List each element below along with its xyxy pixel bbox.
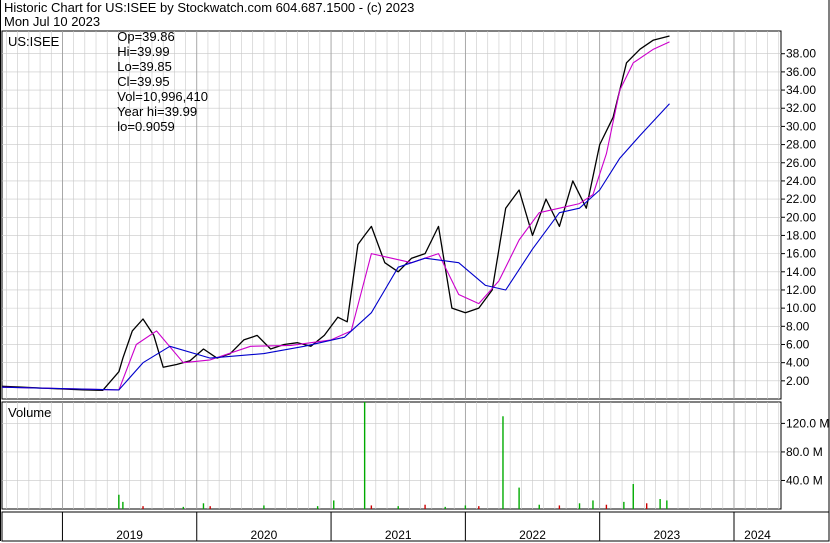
price-tick-label: 26.00 [786,156,816,170]
volume-label: Volume [8,405,52,420]
chart-date: Mon Jul 10 2023 [4,14,101,29]
price-tick-label: 18.00 [786,228,816,242]
year-tick-label: 2022 [519,528,546,542]
price-tick-label: 14.00 [786,265,816,279]
price-tick-label: 16.00 [786,247,816,261]
year-tick-label: 2021 [385,528,412,542]
price-tick-label: 6.00 [786,337,810,351]
year-tick-label: 2019 [116,528,143,542]
stat-volume: Vol=10,996,410 [117,89,208,104]
stat-low: Lo=39.85 [117,59,172,74]
stat-high: Hi=39.99 [117,44,170,59]
volume-panel [1,401,782,510]
year-tick-label: 2024 [744,528,771,542]
price-tick-label: 38.00 [786,47,816,61]
stat-year-low: lo=0.9059 [117,119,175,134]
price-tick-label: 34.00 [786,83,816,97]
price-tick-label: 2.00 [786,374,810,388]
price-tick-label: 10.00 [786,301,816,315]
price-tick-label: 28.00 [786,138,816,152]
price-tick-label: 20.00 [786,210,816,224]
volume-tick-label: 120.0 M [786,416,829,430]
stat-close: Cl=39.95 [117,74,170,89]
volume-tick-label: 80.0 M [786,445,823,459]
price-tick-label: 12.00 [786,283,816,297]
volume-tick-label: 40.0 M [786,473,823,487]
stat-year-high: Year hi=39.99 [117,104,198,119]
price-tick-label: 36.00 [786,65,816,79]
year-tick-label: 2020 [251,528,278,542]
ticker-label: US:ISEE [8,34,60,49]
price-tick-label: 8.00 [786,319,810,333]
chart-title: Historic Chart for US:ISEE by Stockwatch… [4,0,415,15]
stat-open: Op=39.86 [117,29,175,44]
price-stats: Op=39.86 Hi=39.99 Lo=39.85 Cl=39.95 Vol=… [110,14,218,134]
year-tick-label: 2023 [653,528,680,542]
price-tick-label: 24.00 [786,174,816,188]
price-tick-label: 32.00 [786,101,816,115]
price-tick-label: 4.00 [786,356,810,370]
price-tick-label: 22.00 [786,192,816,206]
price-tick-label: 30.00 [786,119,816,133]
